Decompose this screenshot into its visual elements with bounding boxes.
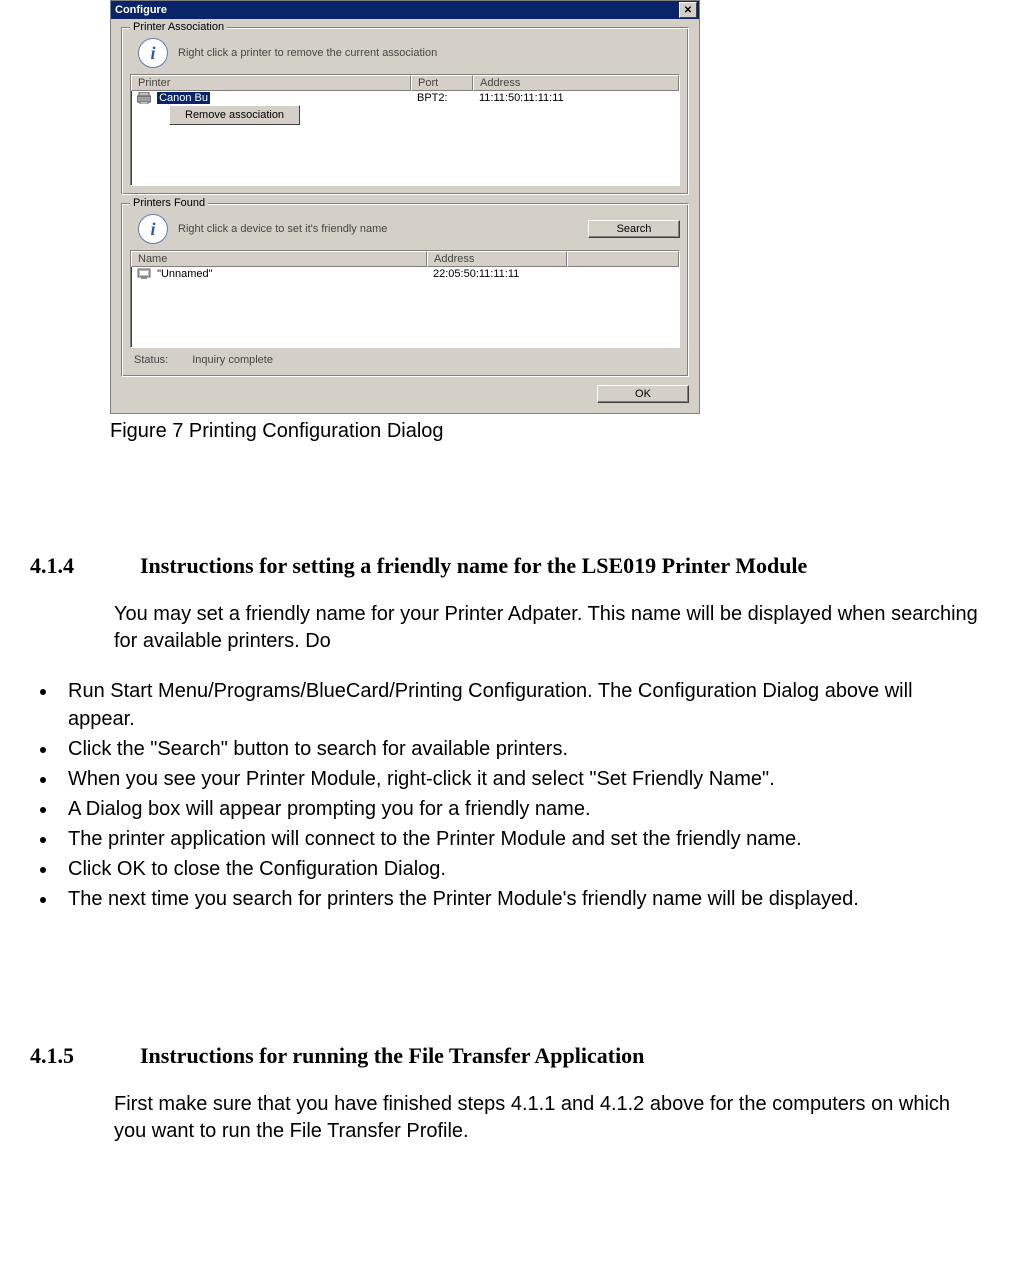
section-number: 4.1.4 — [30, 553, 100, 579]
figure-caption: Figure 7 Printing Configuration Dialog — [110, 420, 700, 443]
info-icon: i — [138, 214, 168, 244]
column-header-address[interactable]: Address — [473, 75, 679, 91]
list-item: When you see your Printer Module, right-… — [58, 765, 981, 793]
info-icon: i — [138, 38, 168, 68]
section-title: Instructions for setting a friendly name… — [140, 553, 981, 579]
column-header-name[interactable]: Name — [131, 251, 427, 267]
section-title: Instructions for running the File Transf… — [140, 1043, 981, 1069]
section-paragraph: You may set a friendly name for your Pri… — [114, 601, 981, 655]
context-item-remove[interactable]: Remove association — [171, 107, 298, 123]
printers-found-list[interactable]: Name Address "Unnamed" — [130, 250, 680, 348]
table-row[interactable]: Canon Bu BPT2: 11:11:50:11:11:11 — [131, 91, 679, 105]
printer-icon — [137, 92, 151, 104]
list-item: Click OK to close the Configuration Dial… — [58, 855, 981, 883]
configure-dialog: Configure ✕ Printer Association i Right … — [110, 0, 700, 414]
table-row[interactable]: "Unnamed" 22:05:50:11:11:11 — [131, 267, 679, 281]
list-item: A Dialog box will appear prompting you f… — [58, 795, 981, 823]
printer-association-group: Printer Association i Right click a prin… — [121, 27, 689, 195]
list-item: The printer application will connect to … — [58, 825, 981, 853]
device-address: 22:05:50:11:11:11 — [427, 268, 567, 280]
device-name: "Unnamed" — [157, 268, 213, 280]
close-icon[interactable]: ✕ — [679, 2, 697, 18]
ok-button[interactable]: OK — [597, 385, 689, 403]
info-text: Right click a printer to remove the curr… — [178, 47, 437, 59]
list-item: Run Start Menu/Programs/BlueCard/Printin… — [58, 677, 981, 733]
list-item: The next time you search for printers th… — [58, 885, 981, 913]
device-icon — [137, 268, 151, 280]
dialog-title: Configure — [115, 4, 679, 16]
printer-port: BPT2: — [411, 92, 473, 104]
group-legend: Printer Association — [130, 21, 227, 33]
search-button[interactable]: Search — [588, 220, 680, 238]
section-paragraph: First make sure that you have finished s… — [114, 1091, 981, 1145]
section-number: 4.1.5 — [30, 1043, 100, 1069]
status-value: Inquiry complete — [192, 354, 273, 366]
printer-name: Canon Bu — [157, 92, 210, 104]
column-header-port[interactable]: Port — [411, 75, 473, 91]
group-legend: Printers Found — [130, 197, 208, 209]
list-item: Click the "Search" button to search for … — [58, 735, 981, 763]
section-heading-415: 4.1.5 Instructions for running the File … — [30, 1043, 981, 1069]
printer-association-list[interactable]: Printer Port Address Canon Bu — [130, 74, 680, 186]
context-menu[interactable]: Remove association — [169, 105, 300, 125]
bullet-list: Run Start Menu/Programs/BlueCard/Printin… — [30, 677, 981, 913]
status-label: Status: — [134, 354, 168, 366]
column-header-blank — [567, 251, 679, 267]
printers-found-group: Printers Found i Right click a device to… — [121, 203, 689, 377]
section-heading-414: 4.1.4 Instructions for setting a friendl… — [30, 553, 981, 579]
titlebar[interactable]: Configure ✕ — [111, 1, 699, 19]
printer-address: 11:11:50:11:11:11 — [473, 92, 679, 104]
info-text: Right click a device to set it's friendl… — [178, 223, 387, 235]
column-header-printer[interactable]: Printer — [131, 75, 411, 91]
column-header-address[interactable]: Address — [427, 251, 567, 267]
